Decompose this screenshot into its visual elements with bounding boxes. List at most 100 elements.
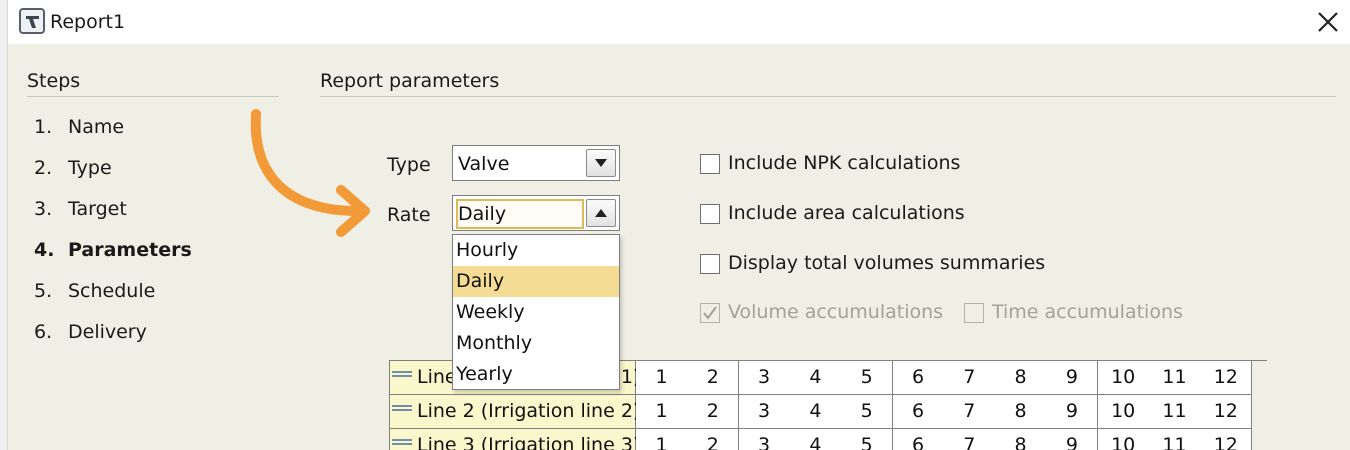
grid-cell[interactable]: 2 [687, 395, 740, 429]
grid-cell[interactable]: 10 [1097, 361, 1150, 395]
step-label: Delivery [68, 321, 147, 343]
section-title: Report parameters [320, 70, 500, 92]
steps-divider [27, 96, 279, 97]
step-label: Target [68, 198, 127, 220]
grid-cell[interactable]: 3 [738, 395, 791, 429]
step-item-name[interactable]: 1. Name [34, 116, 124, 138]
step-item-schedule[interactable]: 5. Schedule [34, 280, 155, 302]
grid-row: Line 2 (Irrigation line 2) 1 2 3 4 5 6 7 8 9 10 11 1… [390, 395, 1267, 429]
chevron-up-icon [595, 209, 607, 217]
type-dropdown-button[interactable] [586, 149, 616, 177]
type-select-value: Valve [458, 153, 510, 175]
include-npk-calculations-checkbox[interactable] [700, 154, 720, 174]
drag-handle-icon[interactable] [392, 439, 412, 445]
grid-cell[interactable]: 9 [1046, 395, 1099, 429]
rate-dropdown-button[interactable] [586, 199, 616, 227]
volume-accumulations-checkbox [700, 303, 720, 323]
volume-accumulations-label: Volume accumulations [728, 301, 944, 323]
time-accumulations-label: Time accumulations [992, 301, 1183, 323]
checkmark-icon [703, 306, 717, 320]
close-icon[interactable] [1312, 6, 1344, 38]
steps-heading: Steps [27, 70, 81, 92]
grid-cell[interactable]: 7 [943, 361, 996, 395]
grid-row-header[interactable]: Line 2 (Irrigation line 2) [390, 395, 640, 429]
rate-option-weekly[interactable]: Weekly [453, 297, 619, 328]
step-item-parameters[interactable]: 4. Parameters [34, 239, 192, 261]
grid-row-label: Line 2 (Irrigation line 2) [417, 400, 641, 422]
grid-cell[interactable]: 4 [789, 429, 842, 450]
rate-option-monthly[interactable]: Monthly [453, 328, 619, 359]
rate-select-value: Daily [458, 203, 507, 225]
grid-cell[interactable]: 9 [1046, 361, 1099, 395]
rate-label: Rate [387, 204, 431, 226]
grid-cell[interactable]: 12 [1200, 395, 1253, 429]
grid-row-header[interactable]: Line 3 (Irrigation line 3) [390, 429, 640, 450]
step-number: 6. [34, 321, 53, 343]
step-label: Parameters [68, 239, 192, 261]
grid-cell[interactable]: 7 [943, 429, 996, 450]
step-number: 5. [34, 280, 53, 302]
display-total-volumes-summaries-label: Display total volumes summaries [728, 252, 1046, 274]
grid-cell[interactable]: 9 [1046, 429, 1099, 450]
step-item-target[interactable]: 3. Target [34, 198, 127, 220]
step-label: Type [68, 157, 112, 179]
drag-handle-icon[interactable] [392, 371, 412, 377]
grid-cell[interactable]: 10 [1097, 395, 1150, 429]
report-parameters-panel: Report parameters Type Valve Rate Daily … [300, 44, 1350, 450]
grid-cell[interactable]: 12 [1200, 429, 1253, 450]
step-item-delivery[interactable]: 6. Delivery [34, 321, 147, 343]
steps-panel: Steps 1. Name 2. Type 3. Target 4. Parameters 5.… [8, 44, 300, 450]
grid-cell[interactable]: 6 [892, 361, 945, 395]
grid-cell[interactable]: 5 [841, 429, 894, 450]
rate-option-daily[interactable]: Daily [453, 266, 619, 297]
rate-option-yearly[interactable]: Yearly [453, 359, 619, 390]
grid-cell[interactable]: 3 [738, 361, 791, 395]
grid-cell[interactable]: 12 [1200, 361, 1253, 395]
close-button[interactable] [1312, 6, 1344, 38]
grid-cell[interactable]: 2 [687, 429, 740, 450]
display-total-volumes-summaries-checkbox[interactable] [700, 254, 720, 274]
grid-cell[interactable]: 1 [636, 429, 688, 450]
time-accumulations-checkbox [964, 303, 984, 323]
grid-cell[interactable]: 3 [738, 429, 791, 450]
grid-cell[interactable]: 11 [1149, 429, 1201, 450]
grid-cell[interactable]: 1 [636, 395, 688, 429]
include-npk-calculations-label: Include NPK calculations [728, 152, 961, 174]
include-area-calculations-label: Include area calculations [728, 202, 965, 224]
grid-cell[interactable]: 4 [789, 361, 842, 395]
step-label: Name [68, 116, 125, 138]
grid-cell[interactable]: 4 [789, 395, 842, 429]
grid-cell[interactable]: 10 [1097, 429, 1150, 450]
rate-option-hourly[interactable]: Hourly [453, 235, 619, 266]
grid-cell[interactable]: 7 [943, 395, 996, 429]
grid-cell[interactable]: 6 [892, 429, 945, 450]
chevron-down-icon [595, 159, 607, 167]
step-number: 4. [34, 239, 55, 261]
drag-handle-icon[interactable] [392, 405, 412, 411]
grid-row: Line 3 (Irrigation line 3) 1 2 3 4 5 6 7 8 9 10 11 1… [390, 429, 1267, 450]
type-select[interactable]: Valve [452, 145, 620, 181]
grid-cell[interactable]: 5 [841, 361, 894, 395]
step-label: Schedule [68, 280, 156, 302]
section-divider [320, 96, 1336, 97]
grid-cell[interactable]: 11 [1149, 361, 1201, 395]
step-item-type[interactable]: 2. Type [34, 157, 112, 179]
step-number: 1. [34, 116, 53, 138]
grid-cell[interactable]: 8 [995, 361, 1048, 395]
grid-row-label: Line 3 (Irrigation line 3) [417, 434, 641, 450]
grid-cell[interactable]: 8 [995, 429, 1048, 450]
include-area-calculations-checkbox[interactable] [700, 204, 720, 224]
background-window-edge [0, 0, 8, 450]
window-title: Report1 [50, 11, 126, 33]
step-number: 2. [34, 157, 53, 179]
grid-cell[interactable]: 2 [687, 361, 740, 395]
grid-cell[interactable]: 6 [892, 395, 945, 429]
grid-cell[interactable]: 1 [636, 361, 688, 395]
rate-dropdown-list: Hourly Daily Weekly Monthly Yearly [452, 234, 620, 390]
rate-select[interactable]: Daily [452, 195, 620, 231]
type-label: Type [387, 154, 431, 176]
grid-cell[interactable]: 11 [1149, 395, 1201, 429]
grid-cell[interactable]: 5 [841, 395, 894, 429]
app-logo-icon [19, 8, 45, 34]
grid-cell[interactable]: 8 [995, 395, 1048, 429]
